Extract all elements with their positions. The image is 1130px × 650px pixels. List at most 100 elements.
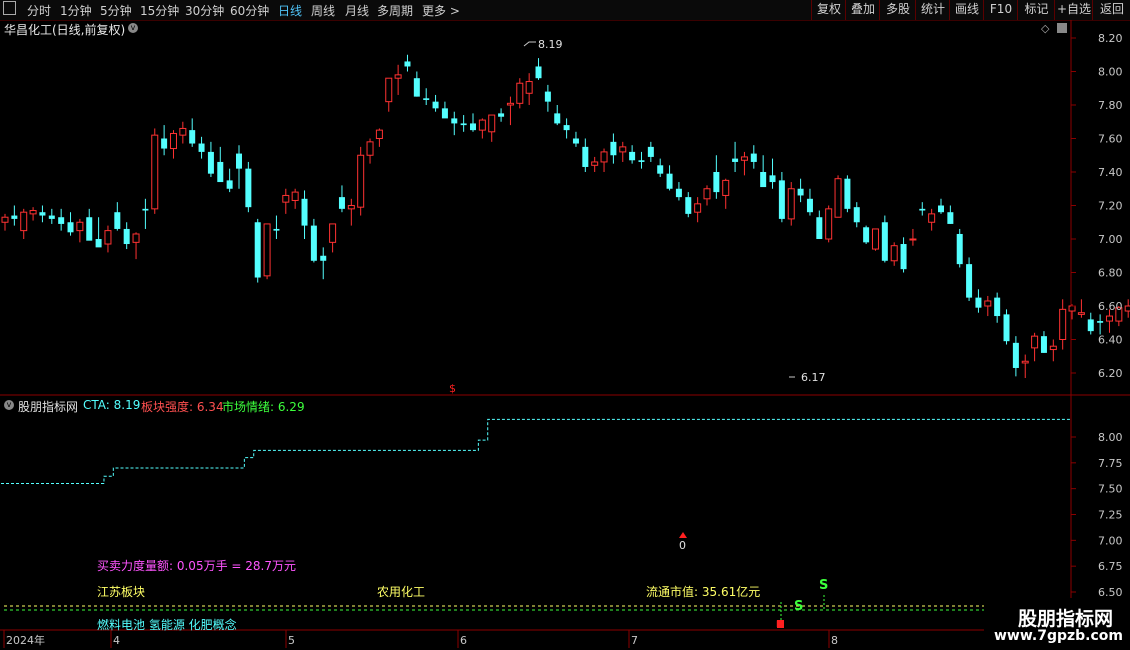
period-tab-0[interactable]: 分时	[27, 2, 51, 19]
candle	[236, 145, 242, 189]
candle	[890, 242, 898, 266]
candle	[1077, 299, 1085, 318]
candle	[572, 131, 579, 147]
candle	[207, 141, 214, 178]
candle	[179, 121, 187, 144]
candle	[853, 202, 860, 228]
chevron-down-icon[interactable]: v	[128, 23, 138, 33]
candle	[58, 208, 65, 231]
toolbar-button-6[interactable]: 标记	[1017, 0, 1055, 20]
candle	[582, 138, 589, 172]
candle	[666, 165, 673, 191]
candle	[338, 185, 345, 213]
candle	[732, 141, 739, 172]
candle	[1031, 332, 1039, 362]
candle	[263, 223, 271, 280]
toolbar-button-8[interactable]: 返回	[1092, 0, 1130, 20]
candle	[1124, 299, 1130, 318]
candle	[834, 175, 842, 218]
candle	[909, 228, 917, 246]
period-tab-6[interactable]: 日线	[278, 2, 302, 19]
toolbar-button-3[interactable]: 统计	[915, 0, 950, 20]
period-tab-1[interactable]: 1分钟	[60, 2, 92, 19]
candle	[104, 225, 112, 253]
candle	[29, 207, 37, 221]
cta-value: CTA: 8.19	[83, 398, 141, 412]
high-marker	[523, 41, 536, 47]
candle	[432, 94, 439, 112]
period-tab-2[interactable]: 5分钟	[100, 2, 132, 19]
market-sentiment-value: 市场情绪: 6.29	[222, 400, 305, 414]
candle	[984, 295, 992, 317]
price-axis: 8.20 8.00 7.80 7.60 7.40 7.20 7.00 6.80 6.60 6.40…	[1071, 32, 1123, 380]
period-tab-10[interactable]: 更多 >	[422, 2, 460, 19]
period-tab-4[interactable]: 30分钟	[185, 2, 224, 19]
candle	[86, 208, 93, 241]
candle	[67, 212, 74, 236]
candle	[825, 205, 833, 243]
price-tick-label: 6.80	[1098, 267, 1123, 280]
candle	[1059, 299, 1067, 350]
toolbar-button-2[interactable]: 多股	[879, 0, 916, 20]
stock-title: 华昌化工(日线,前复权)	[4, 23, 126, 37]
period-tab-7[interactable]: 周线	[311, 2, 335, 19]
candle	[413, 71, 420, 97]
candle	[123, 222, 130, 250]
candle	[1097, 314, 1104, 335]
candle	[1012, 336, 1019, 377]
candle	[675, 182, 682, 201]
toolbar-button-7[interactable]: +自选	[1054, 0, 1093, 20]
date-label: 6	[460, 634, 467, 647]
period-tab-9[interactable]: 多周期	[377, 2, 413, 19]
period-tab-5[interactable]: 60分钟	[230, 2, 269, 19]
candle	[619, 141, 627, 162]
candle	[863, 225, 870, 245]
candle	[638, 151, 645, 169]
candle	[95, 217, 102, 248]
toolbar-button-0[interactable]: 复权	[811, 0, 846, 20]
candle	[685, 192, 692, 218]
candle	[394, 64, 402, 95]
candle	[694, 197, 702, 223]
settings-icon[interactable]	[1057, 23, 1067, 33]
toolbar-button-5[interactable]: F10	[983, 0, 1018, 20]
market-cap-label: 流通市值: 35.61亿元	[646, 585, 761, 599]
date-label: 7	[631, 634, 638, 647]
date-label: 5	[288, 634, 295, 647]
candle	[722, 178, 730, 209]
candle	[563, 118, 570, 139]
region-label: 江苏板块	[97, 585, 146, 599]
candle	[994, 292, 1001, 323]
toolbar-button-1[interactable]: 叠加	[845, 0, 880, 20]
indicator-chevron-icon[interactable]: v	[4, 400, 14, 410]
candle	[750, 145, 757, 169]
date-label: 4	[113, 634, 120, 647]
period-toolbar: 分时 1分钟 5分钟 15分钟 30分钟 60分钟 日线 周线 月线 多周期 更多 > 复权 叠加 多股…	[0, 0, 1130, 21]
candle	[310, 218, 317, 263]
candle	[657, 158, 664, 178]
candle	[282, 188, 290, 214]
candle	[713, 155, 720, 199]
candle	[928, 208, 936, 231]
candle	[20, 208, 28, 239]
candle	[423, 88, 430, 105]
diamond-icon[interactable]: ◇	[1041, 22, 1049, 35]
candle	[329, 223, 337, 253]
candle	[1021, 354, 1029, 379]
date-label: 2024年	[6, 633, 45, 647]
candle	[357, 146, 365, 216]
period-tab-8[interactable]: 月线	[345, 2, 369, 19]
candle	[478, 118, 486, 139]
indicator-tick-label: 7.75	[1098, 457, 1123, 470]
price-tick-label: 8.00	[1098, 66, 1123, 79]
candle	[76, 218, 84, 243]
toolbar-button-4[interactable]: 画线	[949, 0, 984, 20]
indicator-tick-label: 7.25	[1098, 509, 1123, 522]
period-tab-3[interactable]: 15分钟	[140, 2, 179, 19]
candle	[647, 141, 654, 162]
candle	[938, 198, 944, 214]
indicator-tick-label: 7.50	[1098, 483, 1123, 496]
cta-line-series	[1, 418, 1070, 484]
concepts-label: 燃料电池 氢能源 化肥概念	[97, 618, 237, 632]
window-icon[interactable]	[3, 1, 16, 15]
